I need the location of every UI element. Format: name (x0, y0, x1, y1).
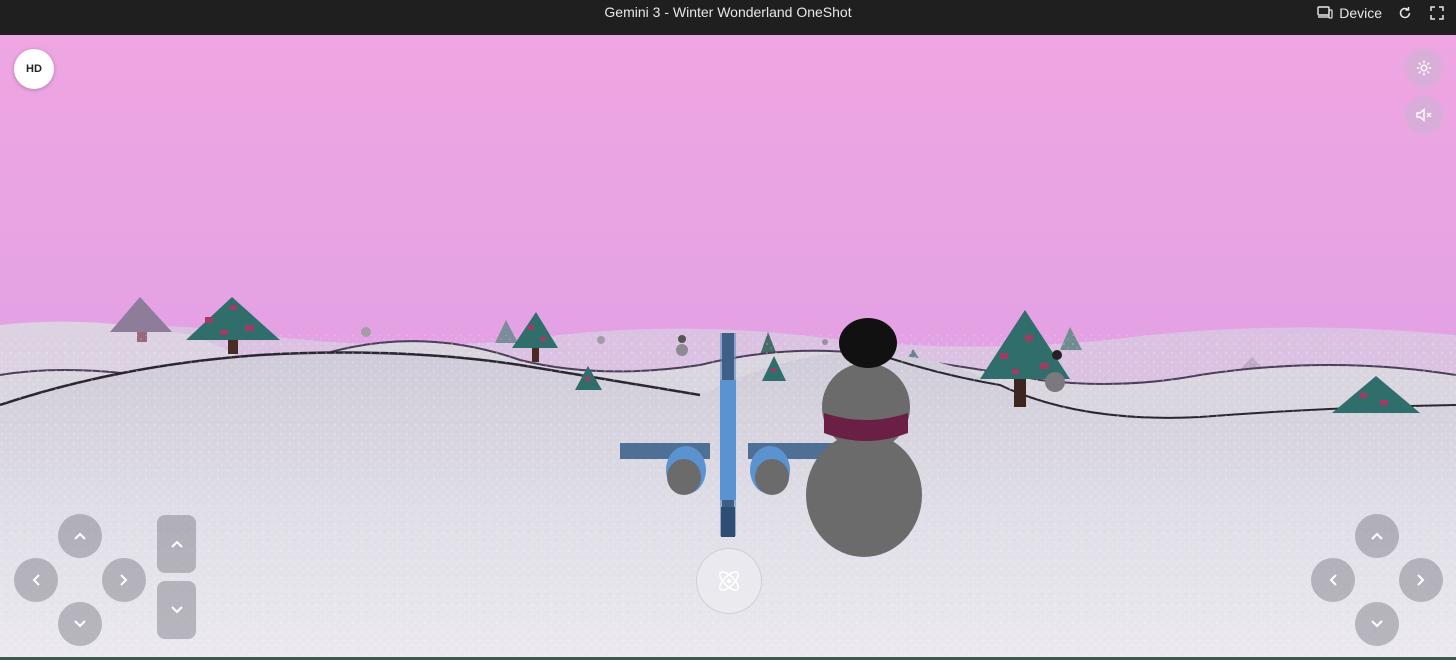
device-button[interactable]: Device (1317, 5, 1382, 21)
atom-icon (719, 571, 739, 591)
chevron-left-icon (1329, 574, 1337, 586)
left-right-button[interactable] (102, 558, 146, 602)
mute-button[interactable] (1405, 96, 1443, 134)
center-action-button[interactable] (696, 548, 762, 614)
mute-icon (1416, 107, 1432, 123)
refresh-button[interactable] (1396, 4, 1414, 22)
chevron-down-icon (74, 620, 86, 628)
chevron-right-icon (1417, 574, 1425, 586)
chevron-down-icon (1371, 620, 1383, 628)
left-up-button[interactable] (58, 514, 102, 558)
refresh-icon (1399, 6, 1411, 18)
title-bar-controls: Device (1317, 0, 1446, 25)
chevron-up-icon (74, 532, 86, 540)
altitude-up-button[interactable] (157, 515, 196, 573)
left-down-button[interactable] (58, 602, 102, 646)
chevron-down-icon (170, 606, 183, 614)
chevron-left-icon (32, 574, 40, 586)
game-viewport[interactable]: HD (0, 35, 1456, 660)
right-down-button[interactable] (1355, 602, 1399, 646)
right-left-button[interactable] (1311, 558, 1355, 602)
device-icon (1317, 5, 1333, 19)
settings-icon (1416, 60, 1432, 76)
hd-quality-button[interactable]: HD (14, 49, 54, 89)
title-bar: Gemini 3 - Winter Wonderland OneShot Dev… (0, 0, 1456, 35)
right-right-button[interactable] (1399, 558, 1443, 602)
chevron-right-icon (120, 574, 128, 586)
right-up-button[interactable] (1355, 514, 1399, 558)
settings-button[interactable] (1405, 49, 1443, 87)
altitude-down-button[interactable] (157, 581, 196, 639)
window-title: Gemini 3 - Winter Wonderland OneShot (604, 4, 852, 20)
chevron-up-icon (170, 540, 183, 548)
fullscreen-button[interactable] (1428, 4, 1446, 22)
fullscreen-icon (1430, 5, 1444, 20)
device-label: Device (1339, 4, 1382, 21)
left-left-button[interactable] (14, 558, 58, 602)
chevron-up-icon (1371, 532, 1383, 540)
